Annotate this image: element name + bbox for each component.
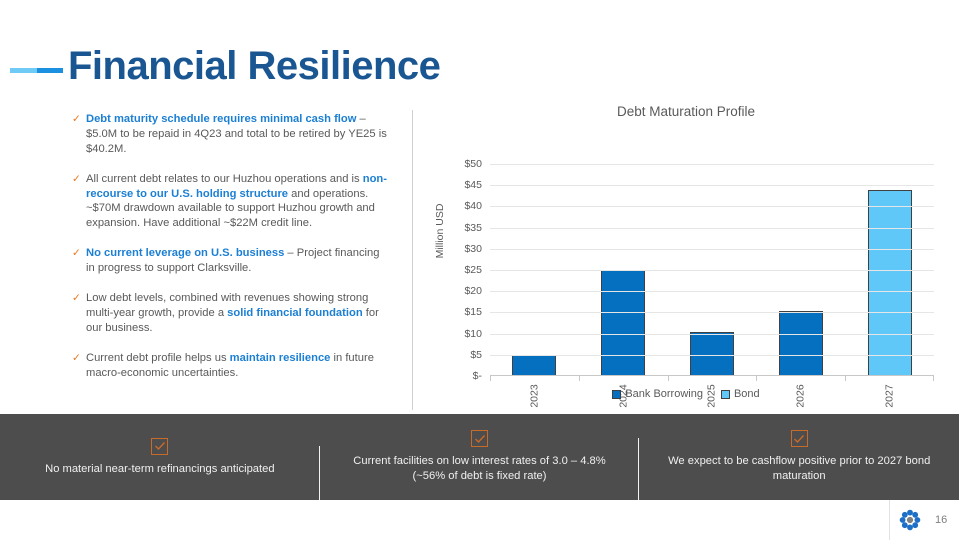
y-axis-tick-label: $40: [464, 200, 482, 213]
y-axis-tick-label: $50: [464, 158, 482, 170]
title-accent-rule: [10, 68, 63, 73]
bullet-item: ✓ Debt maturity schedule requires minimal…: [72, 112, 390, 157]
bullet-emphasis: Debt maturity schedule requires minimal …: [86, 113, 357, 125]
highlight-text: Current facilities on low interest rates…: [353, 455, 606, 482]
gridline: [490, 354, 934, 356]
highlights-band: No material near-term refinancings antic…: [0, 414, 959, 516]
bar-2024: [601, 269, 646, 376]
y-axis-tick-label: $20: [464, 285, 482, 298]
slide-financial-resilience: Financial Resilience ✓ Debt maturity sche…: [0, 0, 959, 540]
y-axis-tick-label: $-: [472, 370, 482, 382]
chart-legend: Bank Borrowing Bond: [424, 388, 948, 400]
gridline: [490, 270, 934, 271]
gridline: [490, 312, 934, 314]
check-icon: ✓: [72, 292, 81, 305]
bullet-text: All current debt relates to our Huzhou o…: [86, 173, 387, 230]
bar-2023: [512, 354, 557, 376]
bullet-emphasis: No current leverage on U.S. business: [86, 247, 285, 260]
chart-plot-area: $50 $45 $40 $35 $30 $25 $20 $15 $10 $5 $-: [464, 158, 934, 382]
bullet-text: Low debt levels, combined with revenues …: [86, 292, 379, 334]
y-axis-tick-label: $35: [464, 221, 482, 234]
gridline: [490, 248, 934, 250]
accent-segment-dark: [36, 68, 63, 73]
bullet-text: Current debt profile helps us maintain r…: [86, 352, 374, 379]
check-icon: ✓: [72, 247, 81, 260]
bullet-emphasis: maintain resilience: [229, 351, 331, 364]
checkbox-check-icon: [790, 430, 808, 448]
bullet-item: ✓ Current debt profile helps us maintain …: [72, 351, 390, 381]
bullet-item: ✓ No current leverage on U.S. business – …: [72, 246, 390, 276]
highlight-text: No material near-term refinancings antic…: [45, 462, 275, 475]
bullet-item: ✓ All current debt relates to our Huzhou …: [72, 172, 390, 232]
highlight-text: We expect to be cashflow positive prior …: [668, 455, 931, 482]
gridline: [490, 164, 934, 165]
legend-label: Bank Borrowing: [625, 388, 703, 400]
highlight-cell: We expect to be cashflow positive prior …: [639, 430, 959, 483]
gridline: [490, 185, 934, 187]
legend-item[interactable]: Bond: [720, 388, 760, 400]
bullet-item: ✓ Low debt levels, combined with revenues…: [72, 291, 390, 336]
y-axis-tick-label: $25: [464, 264, 482, 276]
checkbox-check-icon: [151, 437, 169, 455]
check-icon: ✓: [72, 172, 81, 185]
check-icon: ✓: [72, 113, 81, 125]
gridline: [490, 291, 934, 293]
gridline: [490, 333, 934, 335]
bullet-emphasis: solid financial foundation: [227, 306, 363, 319]
accent-segment-light: [10, 68, 37, 73]
bullet-plain: Current debt profile helps us: [86, 351, 230, 364]
footer-logo-box: 16: [889, 500, 959, 540]
highlight-cell: Current facilities on low interest rates…: [320, 430, 640, 509]
y-axis-tick-label: $10: [464, 327, 482, 340]
highlight-cell: No material near-term refinancings antic…: [0, 437, 320, 516]
y-axis-tick-label: $30: [464, 242, 482, 255]
y-axis-tick-label: $15: [464, 306, 482, 319]
bullet-text: No current leverage on U.S. business – P…: [86, 247, 379, 274]
chart-title: Debt Maturation Profile: [616, 104, 756, 119]
page-title: Financial Resilience: [68, 44, 441, 88]
y-axis-tick-label: $45: [464, 179, 482, 192]
bullet-text: Debt maturity schedule requires minimal …: [86, 113, 387, 155]
legend-label: Bond: [733, 388, 760, 400]
legend-item[interactable]: Bank Borrowing: [612, 388, 703, 400]
bar-2026: [778, 311, 823, 376]
gridline: [490, 227, 934, 229]
page-number: 16: [935, 514, 948, 526]
chart-body: Million USD $50 $45 $40 $35 $30 $25 $20 $15 $10 $…: [424, 130, 948, 408]
gridline: [490, 206, 934, 208]
legend-swatch-icon: [720, 389, 730, 399]
debt-maturation-chart: Debt Maturation Profile Million USD $50 $…: [424, 100, 948, 410]
y-axis-tick-label: $5: [470, 348, 482, 361]
slide-footer: 16: [0, 500, 959, 540]
bullet-plain: All current debt relates to our Huzhou o…: [86, 172, 363, 185]
bar-2027: [867, 190, 912, 376]
checkbox-check-icon: [471, 430, 488, 448]
content-divider: [412, 110, 413, 410]
legend-swatch-icon: [612, 389, 622, 399]
bullet-list: ✓ Debt maturity schedule requires minimal…: [72, 112, 390, 395]
check-icon: ✓: [72, 351, 81, 364]
company-flower-logo-icon: [897, 507, 923, 533]
